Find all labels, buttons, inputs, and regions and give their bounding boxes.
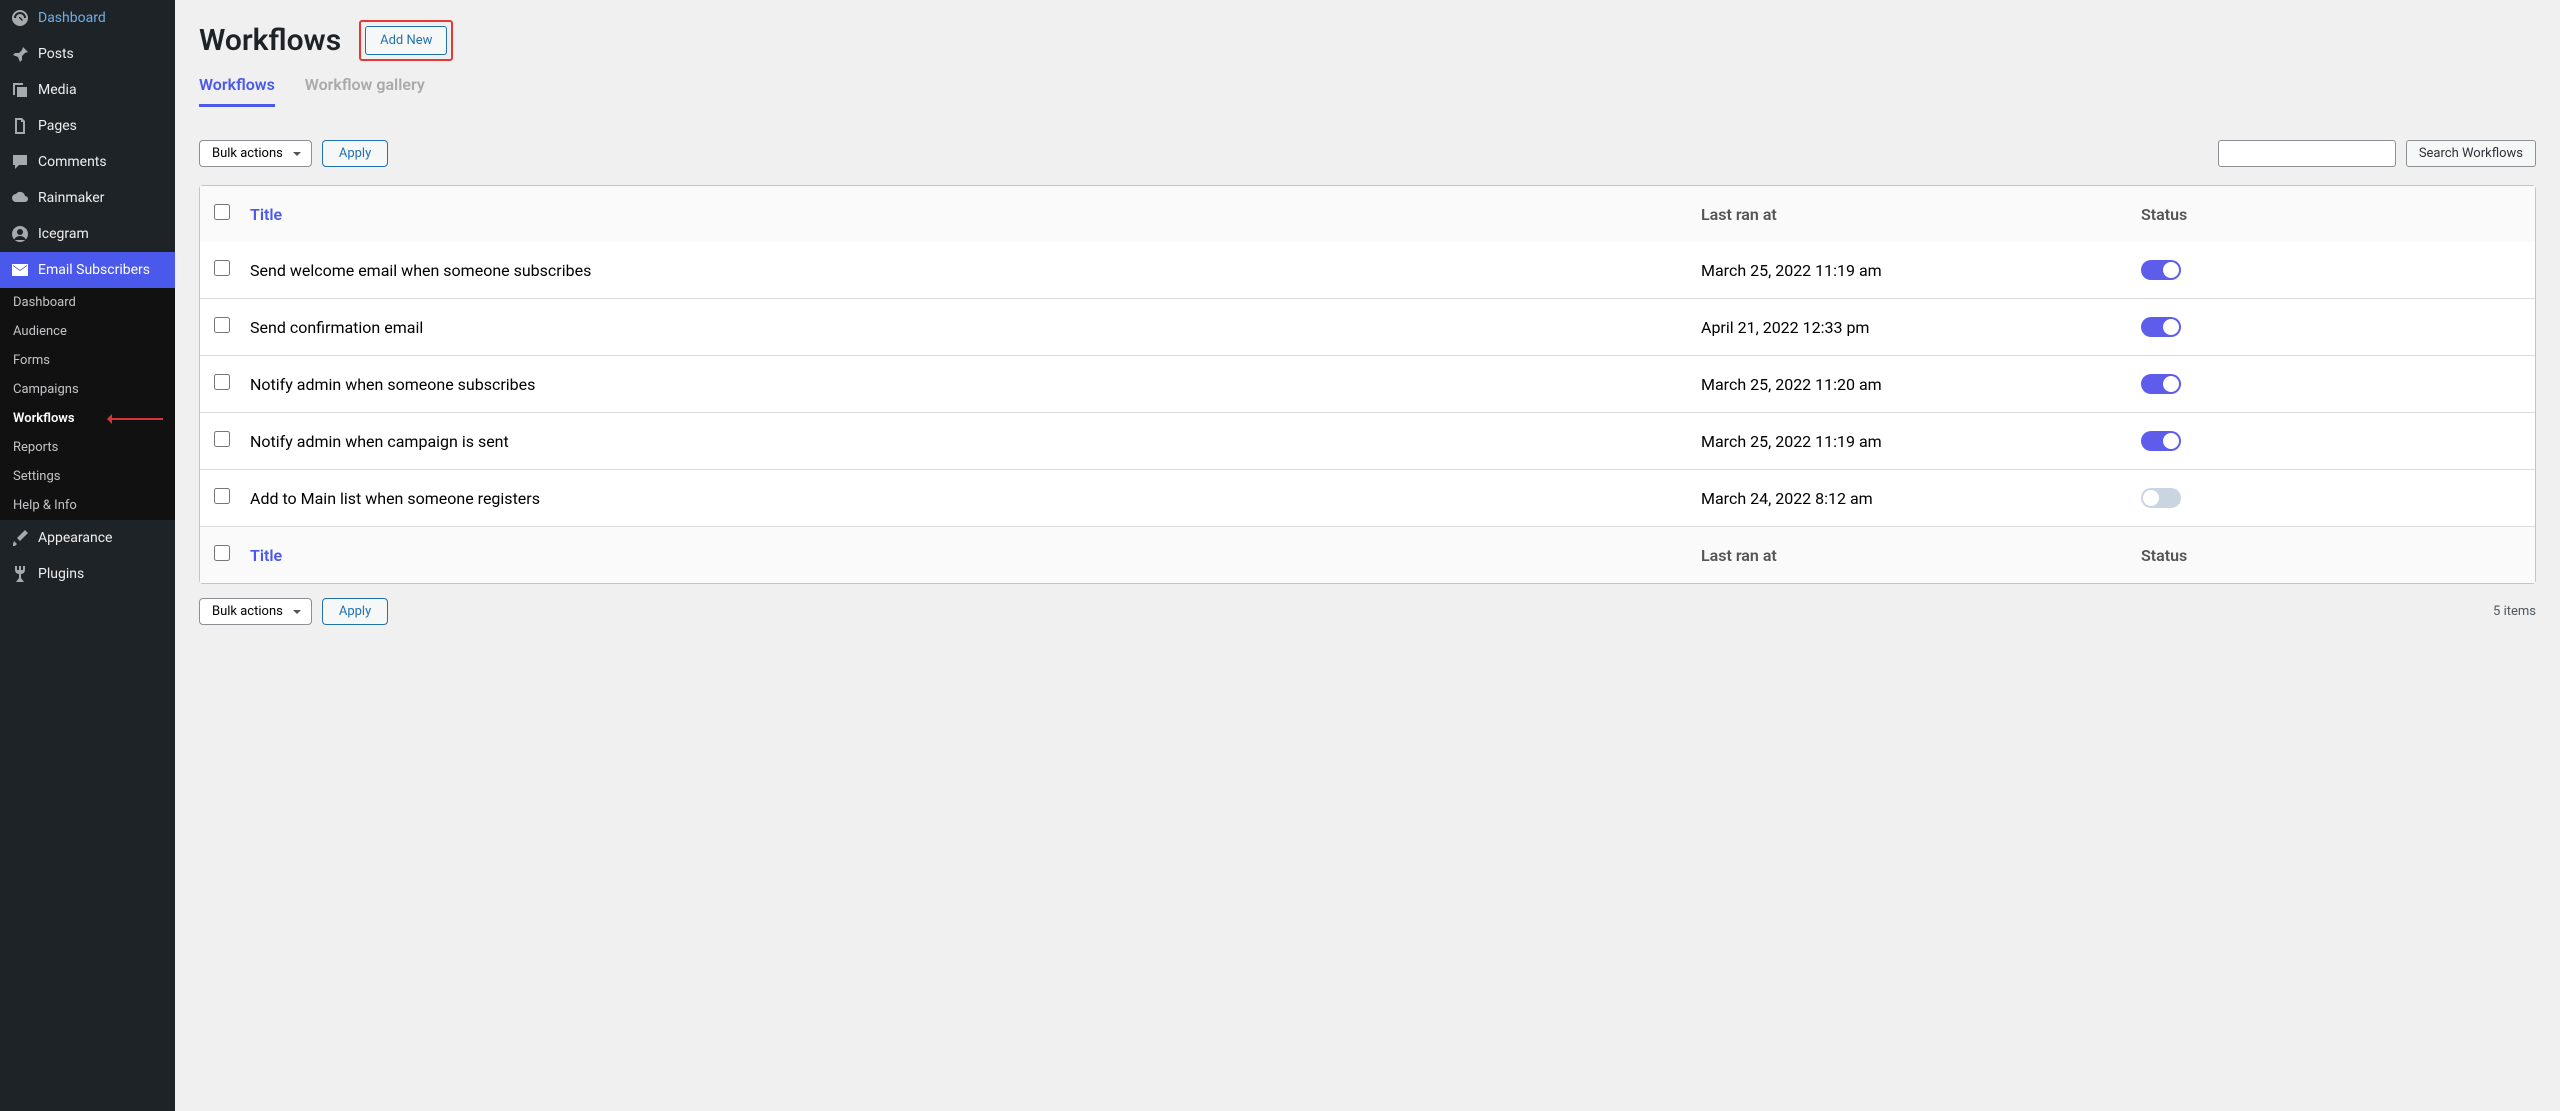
sidebar-item-appearance[interactable]: Appearance (0, 520, 175, 556)
mail-icon (10, 260, 30, 280)
row-title[interactable]: Send confirmation email (250, 318, 1701, 337)
sidebar-item-pages[interactable]: Pages (0, 108, 175, 144)
sidebar-item-plugins[interactable]: Plugins (0, 556, 175, 592)
column-title[interactable]: Title (250, 205, 1701, 224)
row-title[interactable]: Notify admin when campaign is sent (250, 432, 1701, 451)
user-circle-icon (10, 224, 30, 244)
select-all-top[interactable] (214, 204, 230, 220)
sidebar-item-email-subscribers[interactable]: Email Subscribers (0, 252, 175, 288)
sidebar-subitem-sub-audience[interactable]: Audience (0, 317, 175, 346)
column-status: Status (2141, 205, 2521, 224)
table-row: Send welcome email when someone subscrib… (200, 242, 2535, 298)
bottom-toolbar: Bulk actions Apply 5 items (199, 598, 2536, 625)
sidebar-item-label: Plugins (38, 566, 84, 582)
search-workflows-button[interactable]: Search Workflows (2406, 140, 2536, 167)
sidebar-item-media[interactable]: Media (0, 72, 175, 108)
sidebar-item-dashboard[interactable]: Dashboard (0, 0, 175, 36)
sidebar-item-posts[interactable]: Posts (0, 36, 175, 72)
table-row: Notify admin when campaign is sentMarch … (200, 412, 2535, 469)
sidebar-subitem-sub-dashboard[interactable]: Dashboard (0, 288, 175, 317)
tabs: Workflows Workflow gallery (199, 75, 2536, 108)
gauge-icon (10, 8, 30, 28)
sidebar-item-label: Posts (38, 46, 74, 62)
sidebar-subitem-sub-reports[interactable]: Reports (0, 433, 175, 462)
page-title: Workflows (199, 23, 341, 58)
arrow-indicator-icon (108, 418, 163, 420)
page-heading: Workflows Add New (199, 20, 2536, 61)
sidebar-item-label: Rainmaker (38, 190, 104, 206)
search-input[interactable] (2218, 140, 2396, 167)
column-status-footer: Status (2141, 546, 2521, 565)
sidebar-subitem-sub-settings[interactable]: Settings (0, 462, 175, 491)
sidebar-item-label: Media (38, 82, 77, 98)
top-toolbar: Bulk actions Apply Search Workflows (199, 140, 2536, 167)
sidebar-item-label: Pages (38, 118, 77, 134)
column-date: Last ran at (1701, 205, 2141, 224)
status-toggle[interactable] (2141, 488, 2181, 508)
media-icon (10, 80, 30, 100)
bulk-actions-select-bottom[interactable]: Bulk actions (199, 598, 312, 625)
workflows-table: Title Last ran at Status Send welcome em… (199, 185, 2536, 584)
brush-icon (10, 528, 30, 548)
sidebar-subitem-sub-campaigns[interactable]: Campaigns (0, 375, 175, 404)
status-toggle[interactable] (2141, 260, 2181, 280)
comment-icon (10, 152, 30, 172)
pin-icon (10, 44, 30, 64)
sidebar-subitem-sub-workflows[interactable]: Workflows (0, 404, 175, 433)
main-content: Workflows Add New Workflows Workflow gal… (175, 0, 2560, 1111)
table-header: Title Last ran at Status (200, 186, 2535, 242)
select-all-bottom[interactable] (214, 545, 230, 561)
row-title[interactable]: Send welcome email when someone subscrib… (250, 261, 1701, 280)
sidebar-item-label: Comments (38, 154, 107, 170)
sidebar-subitem-sub-help[interactable]: Help & Info (0, 491, 175, 520)
row-date: March 25, 2022 11:20 am (1701, 375, 2141, 394)
cloud-icon (10, 188, 30, 208)
row-date: March 25, 2022 11:19 am (1701, 261, 2141, 280)
sidebar-item-icegram[interactable]: Icegram (0, 216, 175, 252)
items-count: 5 items (2493, 604, 2536, 619)
row-title[interactable]: Notify admin when someone subscribes (250, 375, 1701, 394)
add-new-button[interactable]: Add New (365, 26, 447, 55)
column-title-footer[interactable]: Title (250, 546, 1701, 565)
row-date: March 25, 2022 11:19 am (1701, 432, 2141, 451)
row-checkbox[interactable] (214, 374, 230, 390)
table-row: Send confirmation emailApril 21, 2022 12… (200, 298, 2535, 355)
apply-button-top[interactable]: Apply (322, 140, 388, 167)
sidebar-item-label: Icegram (38, 226, 89, 242)
row-date: March 24, 2022 8:12 am (1701, 489, 2141, 508)
sidebar-item-rainmaker[interactable]: Rainmaker (0, 180, 175, 216)
tab-workflows[interactable]: Workflows (199, 75, 275, 107)
sidebar-item-comments[interactable]: Comments (0, 144, 175, 180)
apply-button-bottom[interactable]: Apply (322, 598, 388, 625)
status-toggle[interactable] (2141, 374, 2181, 394)
row-checkbox[interactable] (214, 488, 230, 504)
row-checkbox[interactable] (214, 317, 230, 333)
tab-workflow-gallery[interactable]: Workflow gallery (305, 75, 425, 107)
row-checkbox[interactable] (214, 431, 230, 447)
sidebar-subitem-sub-forms[interactable]: Forms (0, 346, 175, 375)
table-row: Add to Main list when someone registersM… (200, 469, 2535, 526)
table-row: Notify admin when someone subscribesMarc… (200, 355, 2535, 412)
status-toggle[interactable] (2141, 431, 2181, 451)
sidebar-item-label: Email Subscribers (38, 262, 150, 278)
sidebar-item-label: Appearance (38, 530, 112, 546)
status-toggle[interactable] (2141, 317, 2181, 337)
add-new-highlight: Add New (359, 20, 453, 61)
sidebar-item-label: Dashboard (38, 10, 106, 26)
bulk-actions-select[interactable]: Bulk actions (199, 140, 312, 167)
row-checkbox[interactable] (214, 260, 230, 276)
plug-icon (10, 564, 30, 584)
column-date-footer: Last ran at (1701, 546, 2141, 565)
row-date: April 21, 2022 12:33 pm (1701, 318, 2141, 337)
sidebar: Dashboard Posts Media Pages Comments Rainmake… (0, 0, 175, 1111)
row-title[interactable]: Add to Main list when someone registers (250, 489, 1701, 508)
table-footer: Title Last ran at Status (200, 526, 2535, 583)
page-icon (10, 116, 30, 136)
